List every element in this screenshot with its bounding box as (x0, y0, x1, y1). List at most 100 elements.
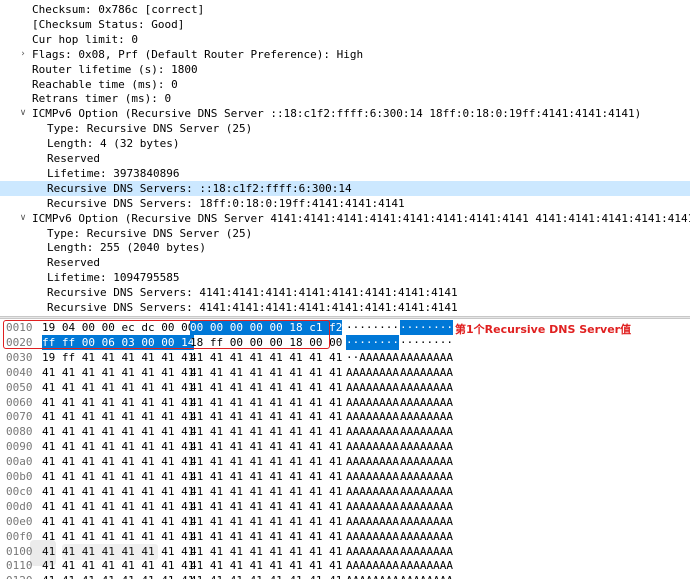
tree-row[interactable]: Recursive DNS Servers: 4141:4141:4141:41… (0, 285, 690, 300)
hex-bytes-group[interactable]: 19 ff 41 41 41 41 41 41 (42, 350, 194, 365)
ascii-bytes-group[interactable]: AAAAAAAA (346, 558, 399, 573)
tree-row[interactable]: [Checksum Status: Good] (0, 17, 690, 32)
ascii-bytes-group[interactable]: AAAAAAAA (346, 484, 399, 499)
hex-bytes-group[interactable]: 41 41 41 41 41 41 41 41 (42, 544, 194, 559)
hex-dump-row[interactable]: 0120 41 41 41 41 41 41 41 4141 41 41 41 4… (0, 573, 690, 579)
ascii-bytes-group[interactable]: AAAAAAAA (400, 484, 453, 499)
hex-bytes-group[interactable]: 41 41 41 41 41 41 41 41 (190, 439, 342, 454)
hex-dump-row[interactable]: 0020 ff ff 00 06 03 00 00 14 18 ff 00 00 0… (0, 334, 690, 350)
ascii-bytes-group[interactable]: AAAAAAAA (400, 365, 453, 380)
tree-row[interactable]: Reserved (0, 255, 690, 270)
ascii-bytes-group[interactable]: AAAAAAAA (346, 469, 399, 484)
hex-bytes-group[interactable]: 41 41 41 41 41 41 41 41 (190, 409, 342, 424)
ascii-bytes-group[interactable]: AAAAAAAA (400, 544, 453, 559)
tree-row[interactable]: › Flags: 0x08, Prf (Default Router Prefer… (0, 47, 690, 62)
tree-row[interactable]: ∨ ICMPv6 Option (Recursive DNS Server ::1… (0, 106, 690, 121)
ascii-bytes-group[interactable]: AAAAAAAA (346, 544, 399, 559)
hex-dump-row[interactable]: 00f0 41 41 41 41 41 41 41 41 41 41 41 41 4… (0, 529, 690, 544)
hex-bytes-group[interactable]: 41 41 41 41 41 41 41 41 (190, 573, 342, 579)
tree-row[interactable]: Lifetime: 1094795585 (0, 270, 690, 285)
hex-bytes-group[interactable]: 41 41 41 41 41 41 41 41 (190, 350, 342, 365)
tree-row[interactable]: Reachable time (ms): 0 (0, 77, 690, 92)
ascii-bytes-group[interactable]: AAAAAAAA (346, 380, 399, 395)
hex-dump-row[interactable]: 0100 41 41 41 41 41 41 41 41 41 41 41 41 4… (0, 544, 690, 559)
hex-dump-row[interactable]: 0080 41 41 41 41 41 41 41 41 41 41 41 41 4… (0, 424, 690, 439)
hex-bytes-group[interactable]: 41 41 41 41 41 41 41 41 (42, 558, 194, 573)
tree-row[interactable]: Recursive DNS Servers: 18ff:0:18:0:19ff:… (0, 196, 690, 211)
hex-bytes-group[interactable]: 41 41 41 41 41 41 41 41 (190, 558, 342, 573)
hex-dump-row[interactable]: 00e0 41 41 41 41 41 41 41 41 41 41 41 41 4… (0, 514, 690, 529)
ascii-bytes-group[interactable]: AAAAAAAA (400, 529, 453, 544)
hex-bytes-group[interactable]: 41 41 41 41 41 41 41 41 (42, 409, 194, 424)
hex-dump-row[interactable]: 0110 41 41 41 41 41 41 41 41 41 41 41 41 4… (0, 558, 690, 573)
ascii-bytes-group[interactable]: AAAAAAAA (400, 380, 453, 395)
tree-row[interactable]: Cur hop limit: 0 (0, 32, 690, 47)
hex-bytes-group[interactable]: 41 41 41 41 41 41 41 41 (42, 514, 194, 529)
ascii-bytes-group[interactable]: AAAAAAAA (400, 395, 453, 410)
ascii-bytes-group[interactable]: AAAAAAAA (400, 350, 453, 365)
hex-dump-row[interactable]: 00b0 41 41 41 41 41 41 41 41 41 41 41 41 4… (0, 469, 690, 484)
hex-bytes-group[interactable]: 41 41 41 41 41 41 41 41 (42, 499, 194, 514)
hex-bytes-group[interactable]: 41 41 41 41 41 41 41 41 (42, 454, 194, 469)
hex-bytes-group[interactable]: 41 41 41 41 41 41 41 41 (42, 484, 194, 499)
hex-bytes-group[interactable]: 41 41 41 41 41 41 41 41 (190, 544, 342, 559)
hex-bytes-group[interactable]: 41 41 41 41 41 41 41 41 (190, 365, 342, 380)
collapse-caret-icon[interactable]: ∨ (18, 211, 28, 226)
hex-bytes-group[interactable]: 41 41 41 41 41 41 41 41 (190, 395, 342, 410)
tree-row-selected[interactable]: Recursive DNS Servers: ::18:c1f2:ffff:6:… (0, 180, 690, 196)
hex-bytes-group[interactable]: 00 00 00 00 00 18 c1 f2 (190, 320, 343, 335)
tree-row[interactable]: Recursive DNS Servers: 4141:4141:4141:41… (0, 300, 690, 315)
hex-bytes-group[interactable]: 41 41 41 41 41 41 41 41 (190, 424, 342, 439)
ascii-bytes-group[interactable]: AAAAAAAA (346, 529, 399, 544)
ascii-bytes-group[interactable]: AAAAAAAA (400, 573, 453, 579)
ascii-bytes-group[interactable]: AAAAAAAA (346, 409, 399, 424)
ascii-bytes-group[interactable]: AAAAAAAA (346, 454, 399, 469)
ascii-bytes-group[interactable]: AAAAAAAA (400, 424, 453, 439)
hex-bytes-group[interactable]: 19 04 00 00 ec dc 00 00 (42, 320, 194, 335)
hex-bytes-group[interactable]: 41 41 41 41 41 41 41 41 (42, 395, 194, 410)
ascii-bytes-group[interactable]: AAAAAAAA (400, 514, 453, 529)
tree-row[interactable]: Router lifetime (s): 1800 (0, 62, 690, 77)
packet-details-tree[interactable]: Checksum: 0x786c [correct] [Checksum Stat… (0, 0, 690, 316)
ascii-bytes-group[interactable]: AAAAAAAA (346, 573, 399, 579)
hex-dump-row[interactable]: 0030 19 ff 41 41 41 41 41 41 41 41 41 41 4… (0, 350, 690, 365)
ascii-bytes-group[interactable]: AAAAAAAA (400, 439, 453, 454)
hex-bytes-group[interactable]: 41 41 41 41 41 41 41 41 (190, 529, 342, 544)
ascii-bytes-group[interactable]: AAAAAAAA (400, 409, 453, 424)
hex-dump-row[interactable]: 00d0 41 41 41 41 41 41 41 41 41 41 41 41 4… (0, 499, 690, 514)
hex-dump-row[interactable]: 0060 41 41 41 41 41 41 41 41 41 41 41 41 4… (0, 395, 690, 410)
ascii-bytes-group[interactable]: AAAAAAAA (346, 439, 399, 454)
hex-bytes-group[interactable]: 41 41 41 41 41 41 41 41 (42, 365, 194, 380)
tree-row[interactable]: Retrans timer (ms): 0 (0, 91, 690, 106)
hex-bytes-group[interactable]: 41 41 41 41 41 41 41 41 (190, 484, 342, 499)
ascii-bytes-group[interactable]: ········ (400, 320, 453, 335)
ascii-bytes-group[interactable]: AAAAAAAA (346, 514, 399, 529)
hex-bytes-group[interactable]: 41 41 41 41 41 41 41 41 (42, 469, 194, 484)
hex-dump-row[interactable]: 00c0 41 41 41 41 41 41 41 41 41 41 41 41 4… (0, 484, 690, 499)
ascii-bytes-group[interactable]: AAAAAAAA (346, 365, 399, 380)
collapse-caret-icon[interactable]: ∨ (18, 106, 28, 121)
tree-row[interactable]: Type: Recursive DNS Server (25) (0, 226, 690, 241)
tree-row[interactable]: Length: 4 (32 bytes) (0, 136, 690, 151)
hex-bytes-group[interactable]: 41 41 41 41 41 41 41 41 (190, 454, 342, 469)
ascii-bytes-group[interactable]: AAAAAAAA (346, 395, 399, 410)
packet-bytes-pane[interactable]: 0010 19 04 00 00 ec dc 00 00 00 00 00 00 0… (0, 320, 690, 579)
hex-dump-row[interactable]: 00a0 41 41 41 41 41 41 41 41 41 41 41 41 4… (0, 454, 690, 469)
ascii-bytes-group[interactable]: ········ (346, 320, 399, 335)
ascii-bytes-group[interactable]: AAAAAAAA (400, 454, 453, 469)
ascii-bytes-group[interactable]: ········ (346, 334, 399, 350)
hex-bytes-group[interactable]: 41 41 41 41 41 41 41 41 (190, 514, 342, 529)
hex-bytes-group[interactable]: 18 ff 00 00 00 18 00 00 (190, 335, 342, 350)
hex-bytes-group[interactable]: 41 41 41 41 41 41 41 41 (42, 529, 194, 544)
tree-row[interactable]: Type: Recursive DNS Server (25) (0, 121, 690, 136)
hex-bytes-group[interactable]: 41 41 41 41 41 41 41 41 (190, 469, 342, 484)
tree-row[interactable]: Length: 255 (2040 bytes) (0, 240, 690, 255)
tree-row[interactable]: ∨ ICMPv6 Option (Recursive DNS Server 414… (0, 211, 690, 226)
ascii-bytes-group[interactable]: ··AAAAAA (346, 350, 399, 365)
hex-dump-row[interactable]: 0090 41 41 41 41 41 41 41 41 41 41 41 41 4… (0, 439, 690, 454)
ascii-bytes-group[interactable]: AAAAAAAA (346, 424, 399, 439)
hex-bytes-group[interactable]: 41 41 41 41 41 41 41 41 (42, 573, 194, 579)
tree-row[interactable]: Reserved (0, 151, 690, 166)
ascii-bytes-group[interactable]: AAAAAAAA (400, 499, 453, 514)
hex-bytes-group[interactable]: 41 41 41 41 41 41 41 41 (42, 439, 194, 454)
